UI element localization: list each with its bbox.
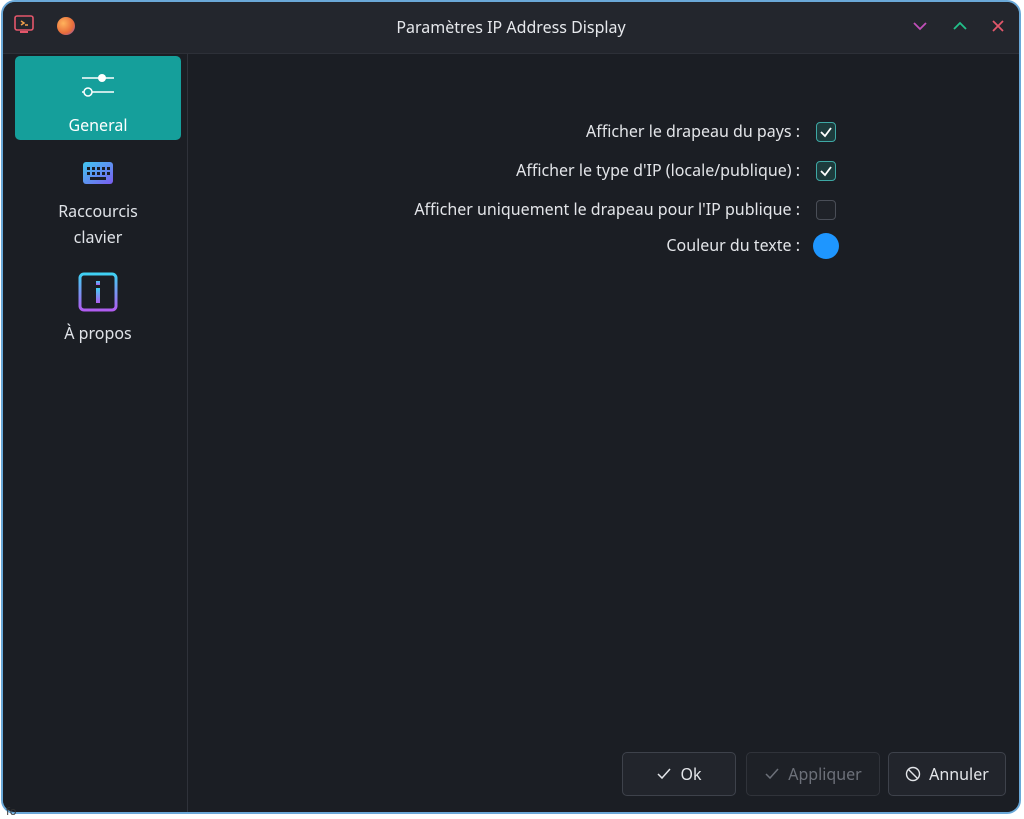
sidebar-item-label: Raccourcis clavier — [58, 200, 138, 248]
show-flag-label: Afficher le drapeau du pays : — [585, 120, 800, 142]
maximize-icon[interactable] — [950, 16, 970, 36]
show-flag-checkbox[interactable] — [816, 122, 836, 142]
settings-window: Paramètres IP Address Display General Ra… — [1, 0, 1021, 814]
title-bar[interactable]: Paramètres IP Address Display — [3, 2, 1019, 54]
text-color-label: Couleur du texte : — [666, 234, 800, 256]
checkmark-icon — [765, 768, 779, 780]
sidebar-item-a-propos[interactable]: À propos — [15, 270, 181, 346]
sidebar-item-label: General — [68, 114, 128, 136]
ok-button[interactable]: Ok — [622, 752, 736, 796]
sidebar-item-raccourcis-clavier[interactable]: Raccourcis clavier — [15, 158, 181, 258]
minimize-icon[interactable] — [910, 16, 930, 36]
text-color-picker[interactable] — [813, 233, 839, 259]
cancel-button[interactable]: Annuler — [888, 752, 1006, 796]
sidebar-item-general[interactable]: General — [15, 56, 181, 140]
info-icon — [78, 272, 118, 312]
show-ip-type-checkbox[interactable] — [816, 161, 836, 181]
checkmark-icon — [820, 127, 832, 138]
general-settings-panel: Afficher le drapeau du pays : Afficher l… — [188, 54, 1019, 812]
sidebar-item-label: À propos — [64, 322, 132, 344]
show-ip-type-label: Afficher le type d'IP (locale/publique) … — [516, 159, 800, 181]
flag-only-public-checkbox[interactable] — [816, 200, 836, 220]
sliders-icon — [82, 74, 114, 97]
checkmark-icon — [657, 768, 672, 780]
close-icon[interactable] — [988, 16, 1008, 36]
sidebar: General Raccourcis clavier À propos — [3, 54, 188, 812]
checkmark-icon — [820, 166, 832, 177]
window-title: Paramètres IP Address Display — [396, 16, 626, 38]
overflow-text: fo — [6, 804, 17, 819]
apply-button[interactable]: Appliquer — [746, 752, 880, 796]
cancel-icon — [905, 766, 921, 782]
keyboard-icon — [83, 162, 113, 184]
flag-only-public-label: Afficher uniquement le drapeau pour l'IP… — [414, 198, 800, 220]
